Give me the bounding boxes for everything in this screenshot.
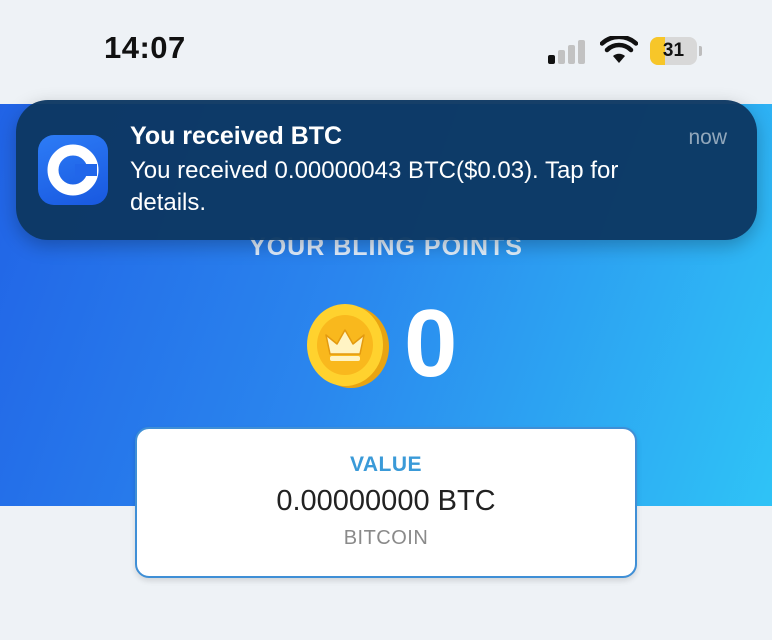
value-amount: 0.00000000 BTC bbox=[276, 485, 496, 517]
value-label: VALUE bbox=[349, 453, 423, 476]
notification-time: now bbox=[688, 126, 727, 149]
notification-title: You received BTC bbox=[130, 122, 343, 150]
battery-icon: 31 bbox=[650, 37, 697, 65]
wifi-icon bbox=[600, 36, 638, 63]
status-time: 14:07 bbox=[104, 30, 186, 65]
notification-body: You received 0.00000043 BTC($0.03). Tap … bbox=[130, 157, 619, 216]
cellular-signal-icon bbox=[548, 40, 585, 64]
battery-level: 31 bbox=[662, 40, 685, 61]
push-notification[interactable]: You received BTC now You received 0.0000… bbox=[16, 100, 757, 240]
coinbase-icon bbox=[38, 135, 108, 205]
battery-indicator: 31 bbox=[650, 37, 702, 65]
value-currency: BITCOIN bbox=[343, 527, 429, 549]
crown-coin-icon bbox=[307, 304, 389, 388]
value-card[interactable]: VALUE 0.00000000 BTC BITCOIN bbox=[135, 427, 637, 578]
battery-cap bbox=[699, 46, 702, 56]
status-bar: 14:07 31 bbox=[0, 0, 772, 100]
bling-points-value: 0 bbox=[404, 290, 458, 397]
